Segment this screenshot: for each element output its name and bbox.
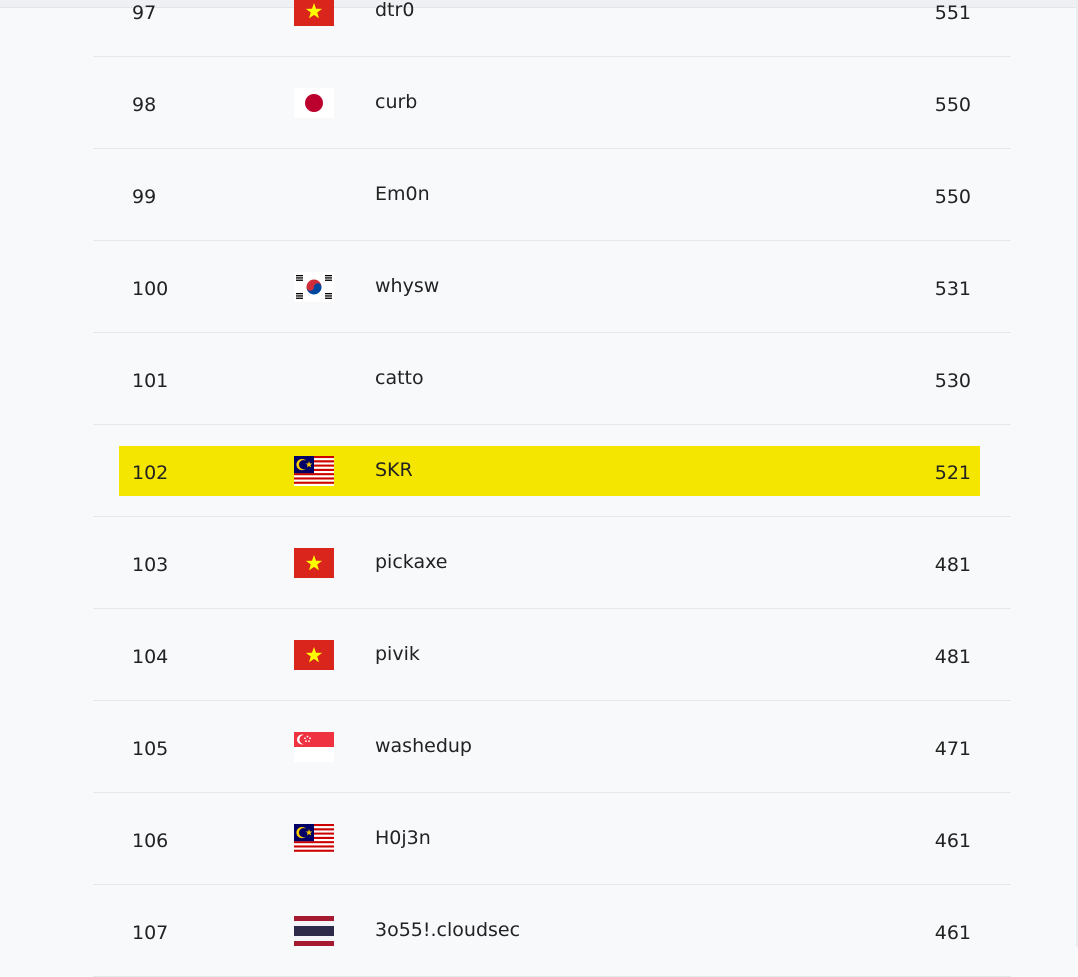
table-row: 107 3o55!.cloudsec 461 [93,885,1011,977]
score-cell: 551 [934,2,971,24]
rank-cell: 102 [132,462,169,484]
team-name[interactable]: SKR [375,460,413,480]
score-cell: 531 [934,278,971,300]
rank-cell: 103 [132,554,169,576]
table-row: 106 H0j3n 461 [93,793,1011,885]
rank-cell: 105 [132,738,169,760]
thailand-flag-icon [294,916,334,946]
team-name[interactable]: pivik [375,644,420,664]
scoreboard-table: 97 dtr0 551 98 curb 550 99 Em0n 550 100 … [93,0,1011,977]
rank-cell: 107 [132,922,169,944]
empty-flag-slot [294,180,334,210]
score-cell: 461 [934,830,971,852]
score-cell: 471 [934,738,971,760]
rank-cell: 100 [132,278,169,300]
malaysia-flag-icon [294,824,334,854]
team-name[interactable]: washedup [375,736,472,756]
score-cell: 521 [934,462,971,484]
score-cell: 550 [934,186,971,208]
team-name[interactable]: 3o55!.cloudsec [375,920,520,940]
score-cell: 481 [934,646,971,668]
singapore-flag-icon [294,732,334,762]
team-name[interactable]: dtr0 [375,0,414,20]
table-row: 100 whysw 531 [93,241,1011,333]
table-row: 97 dtr0 551 [93,0,1011,57]
rank-cell: 99 [132,186,157,208]
team-name[interactable]: curb [375,92,417,112]
rank-cell: 98 [132,94,157,116]
rank-cell: 97 [132,2,157,24]
table-row-highlighted: 102 SKR 521 [93,425,1011,517]
team-name[interactable]: whysw [375,276,439,296]
table-row: 103 pickaxe 481 [93,517,1011,609]
empty-flag-slot [294,364,334,394]
score-cell: 461 [934,922,971,944]
vietnam-flag-icon [294,0,334,26]
vietnam-flag-icon [294,640,334,670]
table-row: 98 curb 550 [93,57,1011,149]
japan-flag-icon [294,88,334,118]
team-name[interactable]: catto [375,368,424,388]
team-name[interactable]: Em0n [375,184,430,204]
score-cell: 550 [934,94,971,116]
table-row: 101 catto 530 [93,333,1011,425]
score-cell: 481 [934,554,971,576]
team-name[interactable]: pickaxe [375,552,447,572]
table-row: 99 Em0n 550 [93,149,1011,241]
score-cell: 530 [934,370,971,392]
table-row: 105 washedup 471 [93,701,1011,793]
table-row: 104 pivik 481 [93,609,1011,701]
rank-cell: 104 [132,646,169,668]
rank-cell: 101 [132,370,169,392]
malaysia-flag-icon [294,456,334,486]
team-name[interactable]: H0j3n [375,828,431,848]
row-highlight [119,446,980,496]
south-korea-flag-icon [294,272,334,302]
vietnam-flag-icon [294,548,334,578]
rank-cell: 106 [132,830,169,852]
